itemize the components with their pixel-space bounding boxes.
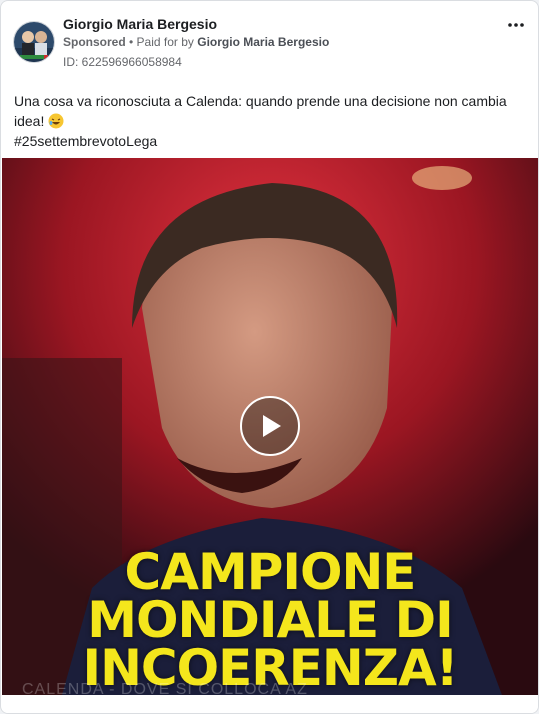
post-header: Giorgio Maria Bergesio Sponsored • Paid … [13, 15, 526, 71]
more-options-icon[interactable] [506, 15, 526, 35]
sponsored-label: Sponsored [63, 35, 126, 49]
post-body: Una cosa va riconosciuta a Calenda: quan… [14, 91, 524, 131]
bottom-banner: CALENDA - DOVE SI COLLOCA AZ [22, 681, 308, 695]
meta-separator: • [125, 35, 137, 49]
paid-for-prefix: Paid for by [136, 35, 198, 49]
play-button[interactable] [240, 396, 300, 456]
ad-id: ID: 622596966058984 [63, 55, 182, 69]
laughing-face-emoji-icon [48, 113, 64, 129]
post-body-text: Una cosa va riconosciuta a Calenda: quan… [14, 93, 507, 129]
avatar-image [14, 22, 54, 62]
post-footer [2, 695, 538, 713]
avatar[interactable] [13, 21, 55, 63]
hashtag-link[interactable]: #25settembrevotoLega [14, 131, 524, 151]
ad-card: Giorgio Maria Bergesio Sponsored • Paid … [0, 0, 539, 714]
video-player[interactable]: CAMPIONE MONDIALE DI INCOERENZA! CALENDA… [2, 158, 538, 695]
play-icon [263, 415, 281, 437]
sponsored-meta: Sponsored • Paid for by Giorgio Maria Be… [63, 35, 329, 49]
post-text: Una cosa va riconosciuta a Calenda: quan… [14, 91, 524, 151]
payer-name[interactable]: Giorgio Maria Bergesio [197, 35, 329, 49]
author-name[interactable]: Giorgio Maria Bergesio [63, 16, 217, 32]
